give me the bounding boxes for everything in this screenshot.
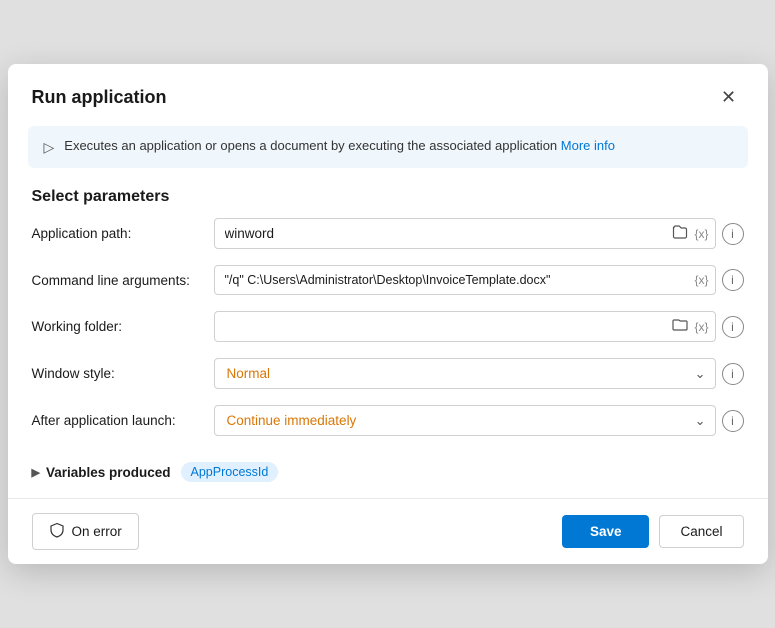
window-style-info-icon[interactable]: i: [722, 363, 744, 385]
working-folder-icon-group: {x}: [669, 316, 714, 337]
folder-browse-icon[interactable]: [669, 316, 691, 337]
after-launch-input-group: Continue immediately Wait for applicatio…: [214, 405, 744, 436]
window-style-input-group: Normal Maximized Minimized Hidden ⌄ i: [214, 358, 744, 389]
banner-text: Executes an application or opens a docum…: [64, 138, 615, 153]
window-style-label: Window style:: [32, 366, 202, 381]
application-path-label: Application path:: [32, 226, 202, 241]
dialog-footer: On error Save Cancel: [8, 498, 768, 564]
working-folder-label: Working folder:: [32, 319, 202, 334]
file-browse-icon[interactable]: [669, 222, 691, 245]
shield-icon: [49, 522, 65, 541]
working-folder-input-group: {x} i: [214, 311, 744, 342]
after-launch-label: After application launch:: [32, 413, 202, 428]
application-path-input-wrapper: {x}: [214, 218, 716, 249]
window-style-select[interactable]: Normal Maximized Minimized Hidden: [214, 358, 716, 389]
on-error-label: On error: [72, 524, 122, 539]
variables-row: ▶ Variables produced AppProcessId: [8, 452, 768, 498]
working-folder-input[interactable]: [215, 312, 670, 341]
window-style-row: Window style: Normal Maximized Minimized…: [32, 358, 744, 389]
command-line-args-info-icon[interactable]: i: [722, 269, 744, 291]
window-style-select-wrapper: Normal Maximized Minimized Hidden ⌄: [214, 358, 716, 389]
command-line-args-icon-group: {x}: [694, 273, 714, 287]
working-folder-input-wrapper: {x}: [214, 311, 716, 342]
close-button[interactable]: ✕: [714, 82, 744, 112]
app-process-id-badge: AppProcessId: [181, 462, 279, 482]
command-line-args-label: Command line arguments:: [32, 273, 202, 288]
application-path-icon-group: {x}: [669, 222, 714, 245]
more-info-link[interactable]: More info: [561, 138, 615, 153]
run-application-dialog: Run application ✕ ▷ Executes an applicat…: [8, 64, 768, 564]
cancel-button[interactable]: Cancel: [659, 515, 743, 548]
command-line-args-input-wrapper: {x}: [214, 265, 716, 295]
variable-icon: {x}: [694, 227, 708, 241]
application-path-row: Application path: {x} i: [32, 218, 744, 249]
info-banner: ▷ Executes an application or opens a doc…: [28, 126, 748, 168]
play-icon: ▷: [44, 139, 55, 156]
variables-toggle-button[interactable]: ▶ Variables produced: [32, 465, 171, 480]
form-body: Application path: {x} i: [8, 218, 768, 436]
variable-icon-cmd: {x}: [694, 273, 708, 287]
command-line-args-row: Command line arguments: {x} i: [32, 265, 744, 295]
dialog-title: Run application: [32, 87, 167, 108]
footer-right: Save Cancel: [562, 515, 744, 548]
working-folder-info-icon[interactable]: i: [722, 316, 744, 338]
command-line-args-input[interactable]: [215, 266, 695, 294]
variables-label: Variables produced: [46, 465, 171, 480]
command-line-args-input-group: {x} i: [214, 265, 744, 295]
after-launch-select[interactable]: Continue immediately Wait for applicatio…: [214, 405, 716, 436]
dialog-header: Run application ✕: [8, 64, 768, 126]
after-launch-info-icon[interactable]: i: [722, 410, 744, 432]
application-path-input-group: {x} i: [214, 218, 744, 249]
working-folder-row: Working folder: {x} i: [32, 311, 744, 342]
application-path-input[interactable]: [215, 219, 670, 248]
after-launch-select-wrapper: Continue immediately Wait for applicatio…: [214, 405, 716, 436]
section-title: Select parameters: [8, 168, 768, 218]
application-path-info-icon[interactable]: i: [722, 223, 744, 245]
chevron-right-icon: ▶: [32, 466, 40, 479]
after-launch-row: After application launch: Continue immed…: [32, 405, 744, 436]
variable-icon-folder: {x}: [694, 320, 708, 334]
save-button[interactable]: Save: [562, 515, 650, 548]
on-error-button[interactable]: On error: [32, 513, 139, 550]
